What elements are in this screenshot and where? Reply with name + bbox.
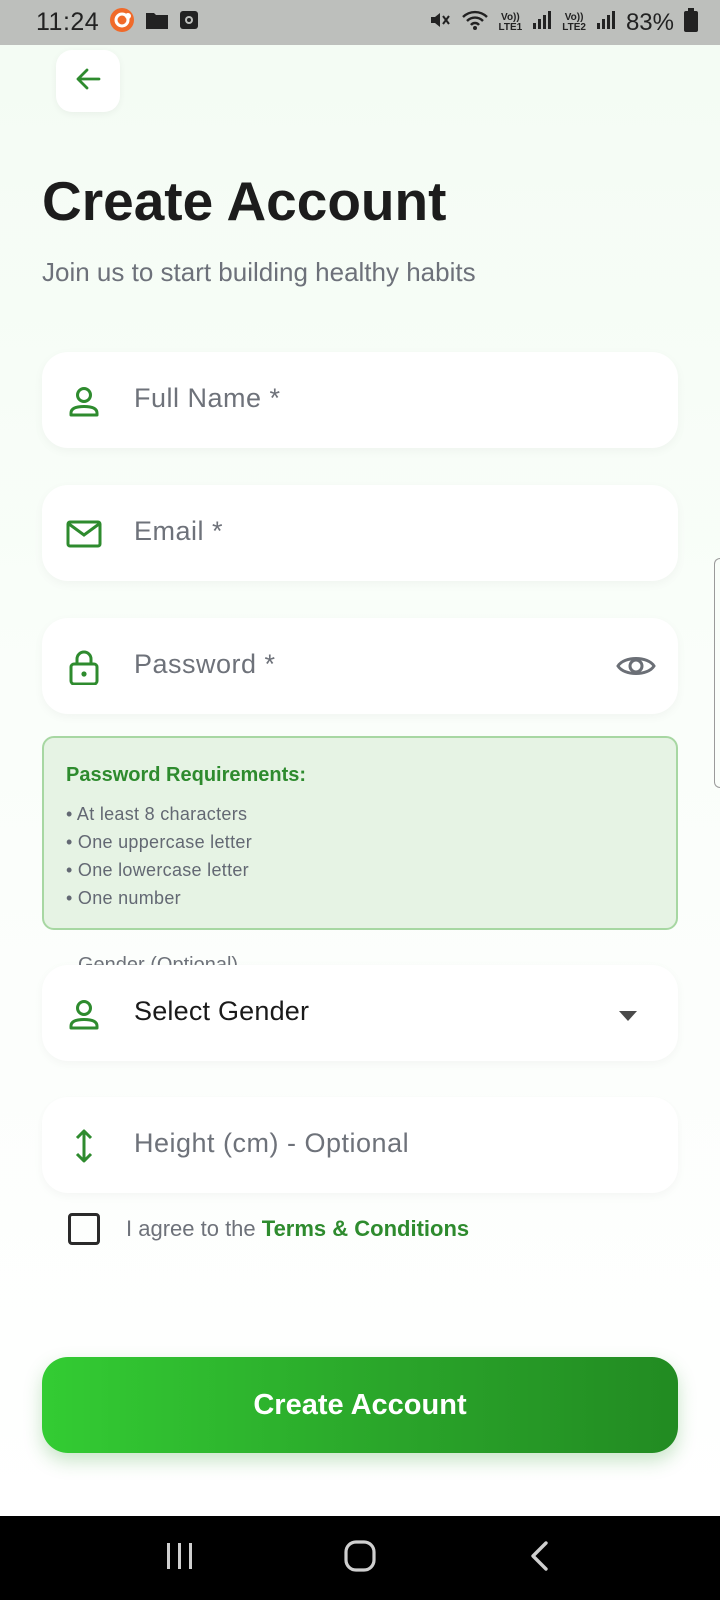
home-icon: [343, 1539, 377, 1578]
recents-icon: [165, 1542, 195, 1575]
requirement-item: • One number: [66, 888, 181, 908]
password-requirements-list: • At least 8 characters • One uppercase …: [66, 800, 252, 912]
edge-panel-handle[interactable]: [714, 558, 720, 788]
back-icon: [529, 1540, 551, 1577]
page-subtitle: Join us to start building healthy habits: [42, 257, 476, 287]
password-requirements-title: Password Requirements:: [66, 764, 307, 786]
password-field[interactable]: Password *: [42, 618, 678, 714]
terms-checkbox[interactable]: [68, 1213, 100, 1245]
terms-prefix: I agree to the: [126, 1216, 262, 1241]
full-name-placeholder: Full Name *: [134, 383, 281, 413]
status-bar: 11:24 Vo)) LTE1 Vo)) LTE2 83%: [0, 0, 720, 45]
password-requirements-box: Password Requirements: • At least 8 char…: [42, 736, 678, 930]
gender-select[interactable]: Select Gender: [42, 965, 678, 1061]
mail-icon: [66, 516, 102, 552]
eye-icon[interactable]: [616, 648, 656, 684]
signal-icon: [532, 10, 552, 35]
sim1-indicator: Vo)) LTE1: [498, 11, 523, 33]
password-placeholder: Password *: [134, 649, 276, 679]
media-icon: [179, 10, 199, 35]
terms-text: I agree to the Terms & Conditions: [126, 1216, 469, 1242]
recents-button[interactable]: [150, 1533, 210, 1583]
sim2-indicator: Vo)) LTE2: [562, 11, 586, 33]
email-field[interactable]: Email *: [42, 485, 678, 581]
create-account-button[interactable]: Create Account: [42, 1357, 678, 1453]
person-icon: [66, 996, 102, 1032]
system-nav-bar: [0, 1516, 720, 1600]
back-nav-button[interactable]: [510, 1533, 570, 1583]
person-icon: [66, 383, 102, 419]
create-account-page: Create Account Join us to start building…: [0, 45, 720, 1516]
requirement-item: • One lowercase letter: [66, 860, 249, 880]
battery-percent: 83%: [625, 8, 674, 36]
wifi-icon: [461, 9, 489, 36]
arrow-left-icon: [74, 65, 102, 98]
requirement-item: • At least 8 characters: [66, 804, 248, 824]
home-button[interactable]: [330, 1533, 390, 1583]
full-name-field[interactable]: Full Name *: [42, 352, 678, 448]
status-time: 11:24: [36, 8, 100, 36]
signal-icon: [596, 10, 616, 35]
height-field[interactable]: Height (cm) - Optional: [42, 1097, 678, 1193]
terms-link[interactable]: Terms & Conditions: [262, 1216, 469, 1241]
back-button[interactable]: [56, 50, 120, 112]
email-placeholder: Email *: [134, 516, 224, 546]
caret-down-icon: [618, 1009, 638, 1021]
battery-icon: [684, 8, 698, 37]
app-notification-icon: [109, 7, 135, 38]
page-title: Create Account: [42, 170, 447, 232]
vertical-arrows-icon: [66, 1128, 102, 1164]
lock-icon: [66, 649, 102, 686]
requirement-item: • One uppercase letter: [66, 832, 253, 852]
mute-icon: [429, 9, 451, 36]
height-placeholder: Height (cm) - Optional: [134, 1128, 410, 1158]
folder-icon: [145, 10, 169, 35]
gender-value: Select Gender: [134, 996, 310, 1026]
